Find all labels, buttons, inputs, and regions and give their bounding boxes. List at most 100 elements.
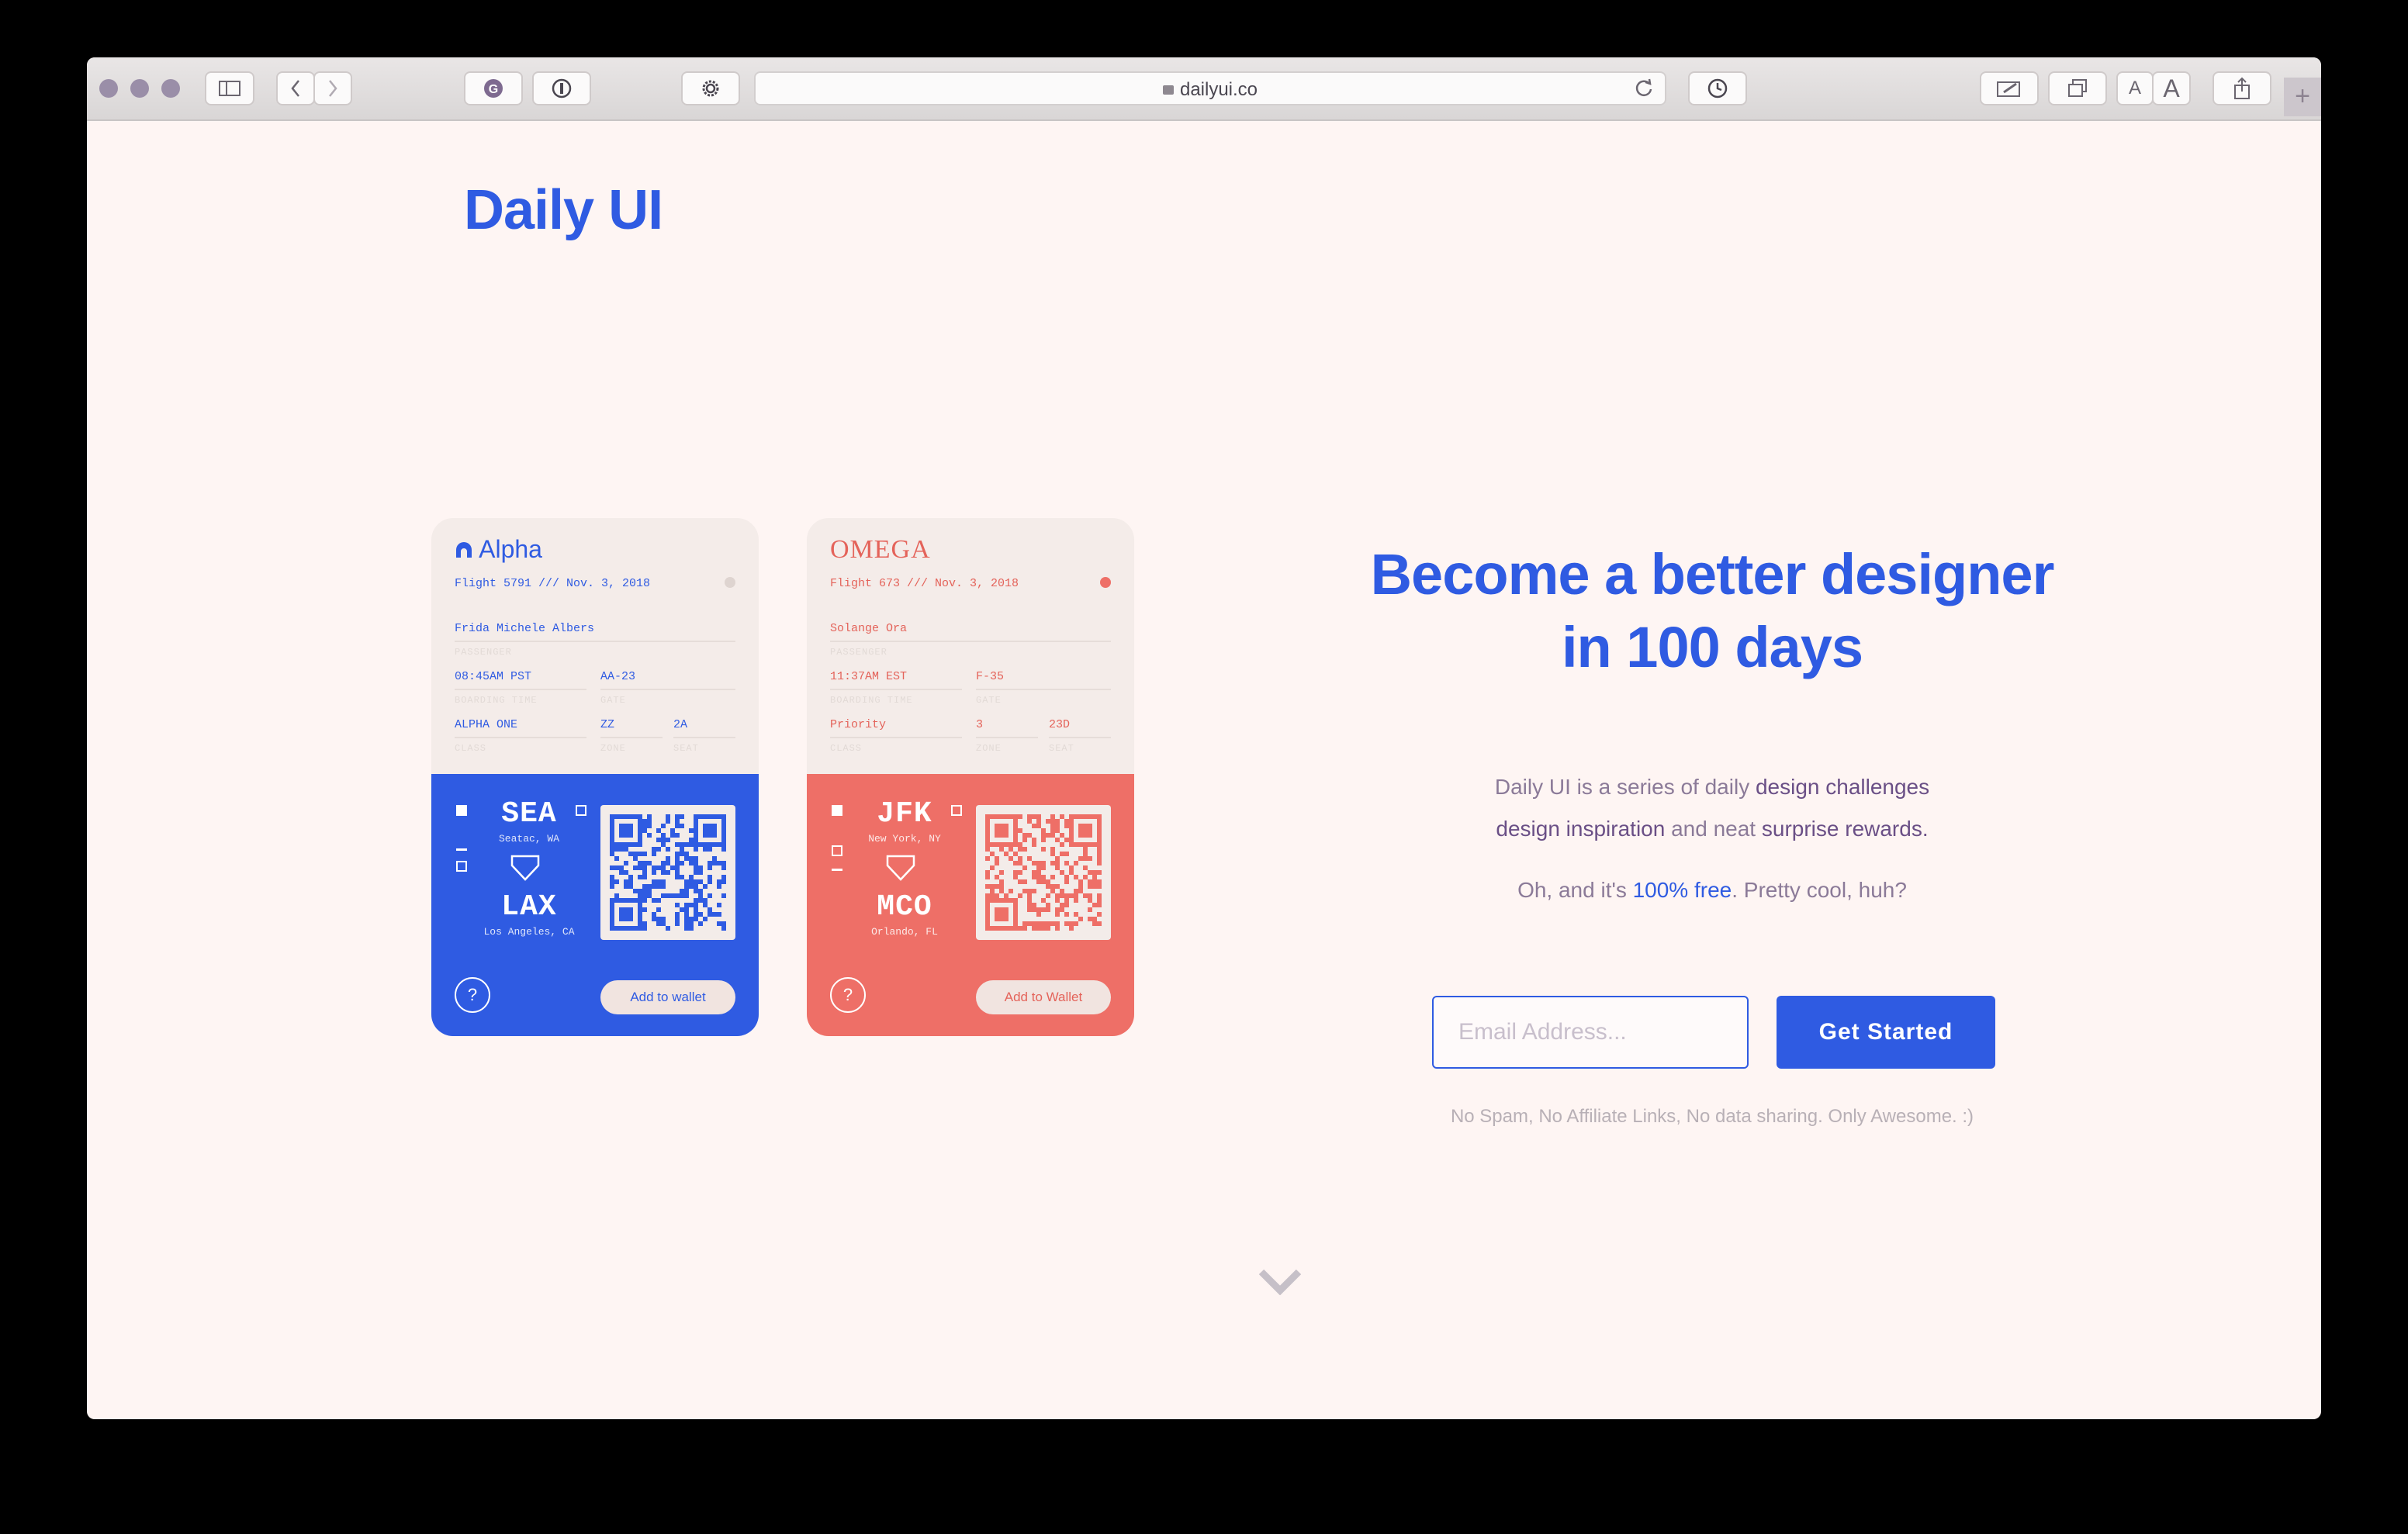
qr-module — [1004, 926, 1009, 931]
qr-module — [1092, 879, 1097, 884]
free-link[interactable]: 100% free — [1633, 878, 1732, 902]
qr-module — [1050, 889, 1055, 893]
grammarly-extension-button[interactable]: G — [464, 71, 523, 105]
status-dot — [725, 577, 735, 588]
qr-module — [638, 893, 642, 898]
qr-module — [1036, 875, 1041, 879]
qr-module — [1046, 926, 1050, 931]
qr-module — [999, 912, 1004, 917]
scroll-down-chevron-icon[interactable] — [1258, 1267, 1302, 1299]
qr-module — [703, 903, 708, 907]
qr-module — [1022, 833, 1027, 838]
address-bar[interactable]: dailyui.co — [754, 71, 1666, 105]
text-smaller-button[interactable]: A — [2116, 71, 2154, 105]
desc-rewards: surprise rewards. — [1761, 817, 1929, 841]
qr-module — [1013, 852, 1018, 856]
qr-module — [680, 814, 684, 819]
omega-boarding-pass: OMEGA Flight 673 /// Nov. 3, 2018 Solang… — [807, 518, 1134, 1036]
qr-module — [1009, 898, 1013, 903]
get-started-button[interactable]: Get Started — [1777, 996, 1995, 1069]
help-button[interactable]: ? — [455, 977, 490, 1013]
class-value: Priority — [830, 718, 887, 731]
qr-module — [614, 926, 619, 931]
qr-module — [1046, 879, 1050, 884]
qr-module — [698, 898, 703, 903]
qr-module — [619, 833, 624, 838]
qr-module — [1064, 879, 1069, 884]
markup-button[interactable] — [1980, 71, 2039, 105]
dash-icon — [832, 869, 842, 871]
qr-module — [1074, 921, 1078, 926]
airline-logo-icon — [455, 535, 473, 563]
plus-icon: + — [2295, 81, 2310, 111]
qr-module — [666, 847, 670, 852]
qr-module — [995, 907, 999, 912]
settings-extension-button[interactable] — [681, 71, 740, 105]
qr-module — [1055, 819, 1060, 824]
plane-icon — [886, 855, 915, 885]
help-button[interactable]: ? — [830, 977, 866, 1013]
pen-icon — [1996, 79, 2022, 98]
qr-module — [995, 833, 999, 838]
qr-module — [1083, 833, 1088, 838]
qr-module — [717, 884, 721, 889]
checkbox-icon — [456, 861, 467, 872]
site-logo[interactable]: Daily UI — [464, 178, 663, 242]
close-window-button[interactable] — [99, 79, 118, 98]
free-text-2: . Pretty cool, huh? — [1732, 878, 1907, 902]
reload-icon[interactable] — [1634, 78, 1654, 102]
qr-module — [1036, 814, 1041, 819]
qr-module — [619, 926, 624, 931]
qr-module — [1055, 828, 1060, 833]
qr-module — [1064, 903, 1069, 907]
qr-module — [1064, 875, 1069, 879]
qr-module — [1097, 903, 1102, 907]
zone-value: 3 — [976, 718, 984, 731]
qr-module — [1013, 861, 1018, 865]
qr-module — [684, 884, 689, 889]
back-button[interactable] — [276, 71, 315, 105]
qr-module — [1088, 893, 1092, 898]
new-tab-button[interactable]: + — [2284, 78, 2321, 116]
qr-module — [1060, 814, 1064, 819]
qr-module — [684, 842, 689, 847]
ticket-route-panel: SEA Seatac, WA LAX Los Angeles, CA ? Add… — [431, 774, 759, 1036]
qr-module — [1046, 833, 1050, 838]
sidebar-toggle-button[interactable] — [205, 71, 254, 105]
qr-module — [628, 814, 633, 819]
text-larger-button[interactable]: A — [2152, 71, 2191, 105]
email-input[interactable] — [1432, 996, 1749, 1069]
qr-module — [721, 833, 726, 838]
qr-module — [642, 861, 647, 865]
qr-module — [1069, 921, 1074, 926]
qr-module — [610, 847, 614, 852]
qr-module — [1027, 907, 1032, 912]
qr-module — [1088, 870, 1092, 875]
add-to-wallet-button[interactable]: Add to wallet — [600, 980, 735, 1014]
qr-module — [628, 898, 633, 903]
qr-module — [703, 824, 708, 828]
zoom-window-button[interactable] — [161, 79, 180, 98]
tabs-overview-button[interactable] — [2048, 71, 2107, 105]
password-manager-button[interactable] — [532, 71, 591, 105]
desc-inspiration: design inspiration — [1496, 817, 1666, 841]
qr-module — [1032, 903, 1036, 907]
qr-module — [1097, 814, 1102, 819]
qr-module — [619, 865, 624, 870]
qr-module — [1097, 861, 1102, 865]
qr-module — [694, 870, 698, 875]
qr-module — [638, 926, 642, 931]
passenger-label: PASSENGER — [830, 647, 887, 658]
share-button[interactable] — [2213, 71, 2271, 105]
history-extension-button[interactable] — [1688, 71, 1747, 105]
add-to-wallet-button[interactable]: Add to Wallet — [976, 980, 1111, 1014]
qr-module — [656, 865, 661, 870]
qr-module — [1064, 824, 1069, 828]
qr-module — [990, 884, 995, 889]
forward-button[interactable] — [313, 71, 352, 105]
minimize-window-button[interactable] — [130, 79, 149, 98]
qr-module — [1004, 852, 1009, 856]
qr-module — [1083, 856, 1088, 861]
qr-module — [619, 898, 624, 903]
qr-module — [619, 847, 624, 852]
